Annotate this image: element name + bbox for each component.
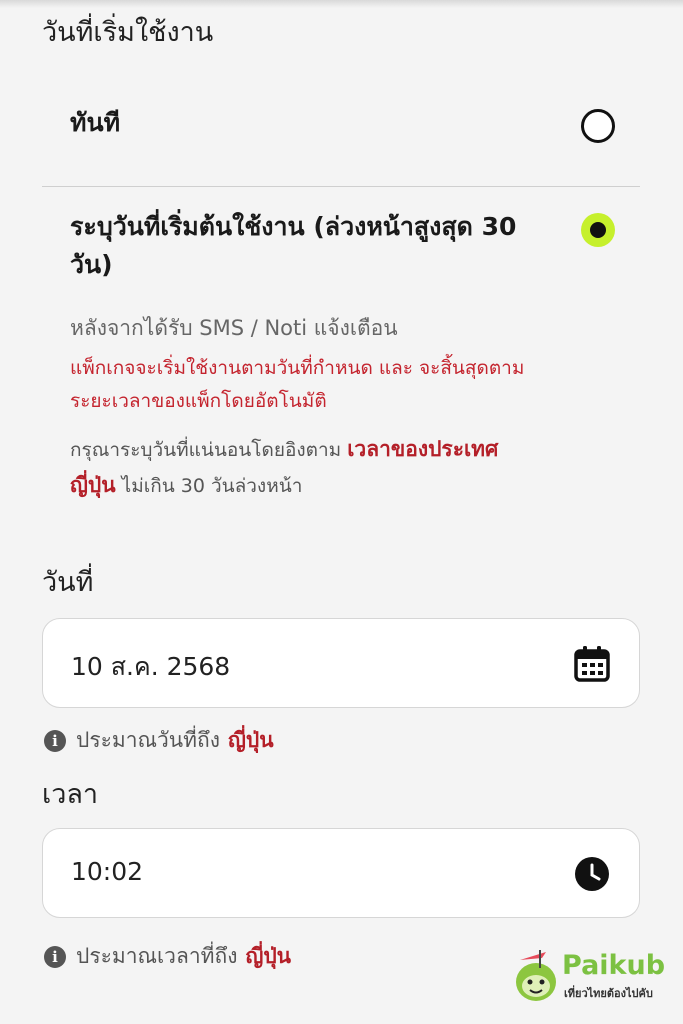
date-hint-country: ญี่ปุ่น	[227, 728, 274, 752]
timezone-notice-suffix: ไม่เกิน 30 วันล่วงหน้า	[121, 475, 303, 497]
time-hint-text: ประมาณเวลาที่ถึง	[76, 944, 238, 968]
timezone-notice-prefix: กรุณาระบุวันที่แน่นอนโดยอิงตาม	[70, 439, 342, 461]
radio-selected-dot	[590, 222, 606, 238]
time-input[interactable]: 10:02	[42, 828, 640, 918]
country-highlight: ญี่ปุ่น	[70, 473, 116, 497]
clock-icon[interactable]	[573, 855, 611, 893]
time-hint-country: ญี่ปุ่น	[245, 944, 292, 968]
sms-notice: หลังจากได้รับ SMS / Noti แจ้งเตือน	[70, 316, 398, 340]
date-value: 10 ส.ค. 2568	[71, 652, 231, 681]
paikub-logo: Paikub เที่ยวไทยต้องไปคับ	[512, 946, 672, 1006]
coconut-mascot-icon	[516, 950, 556, 1001]
timezone-notice: กรุณาระบุวันที่แน่นอนโดยอิงตาม เวลาของปร…	[70, 432, 590, 504]
date-hint: i ประมาณวันที่ถึง ญี่ปุ่น	[44, 724, 274, 757]
calendar-icon[interactable]	[573, 645, 611, 683]
option-label-line1: ระบุวันที่เริ่มต้นใช้งาน (ล่วงหน้าสูงสุด…	[70, 212, 517, 241]
section-title: วันที่เริ่มใช้งาน	[42, 17, 214, 48]
top-shadow	[0, 0, 683, 8]
time-label: เวลา	[42, 779, 99, 810]
option-immediate-label[interactable]: ทันที	[70, 104, 120, 142]
option-label-line2: วัน)	[70, 249, 113, 279]
date-label: วันที่	[42, 567, 94, 598]
logo-name: Paikub	[562, 950, 666, 981]
radio-specify-date[interactable]	[581, 213, 615, 247]
logo-tagline: เที่ยวไทยต้องไปคับ	[564, 987, 653, 1000]
option-specify-date-label[interactable]: ระบุวันที่เริ่มต้นใช้งาน (ล่วงหน้าสูงสุด…	[70, 208, 560, 283]
radio-immediate[interactable]	[581, 109, 615, 143]
date-input[interactable]: 10 ส.ค. 2568	[42, 618, 640, 708]
package-notice: แพ็กเกจจะเริ่มใช้งานตามวันที่กำหนด และ จ…	[70, 352, 590, 418]
info-icon: i	[44, 729, 66, 752]
timezone-highlight: เวลาของประเทศ	[347, 437, 499, 461]
package-notice-line1: แพ็กเกจจะเริ่มใช้งานตามวันที่กำหนด และ จ…	[70, 357, 525, 379]
time-value: 10:02	[71, 857, 144, 886]
divider	[42, 186, 640, 187]
info-icon: i	[44, 945, 66, 968]
date-hint-text: ประมาณวันที่ถึง	[76, 728, 220, 752]
time-hint: i ประมาณเวลาที่ถึง ญี่ปุ่น	[44, 940, 291, 973]
package-notice-line2: ระยะเวลาของแพ็กโดยอัตโนมัติ	[70, 390, 327, 412]
